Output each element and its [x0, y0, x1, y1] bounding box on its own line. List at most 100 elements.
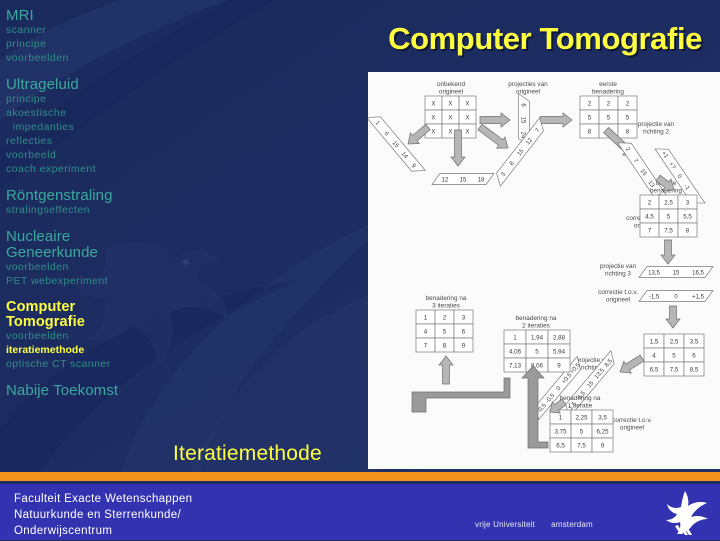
- svg-text:X: X: [431, 100, 435, 107]
- svg-text:2,25: 2,25: [575, 414, 588, 421]
- sidebar-item[interactable]: iteratiemethode: [6, 344, 178, 358]
- page-title: Computer Tomografie: [388, 21, 702, 56]
- svg-text:2,5: 2,5: [670, 338, 679, 345]
- arrow-projections-to-first-approx: [539, 112, 573, 128]
- svg-text:4,5: 4,5: [645, 213, 654, 220]
- svg-text:3,75: 3,75: [554, 428, 567, 435]
- strip-proj-diag-left: 1615149: [368, 116, 426, 172]
- sidebar-item[interactable]: impedanties: [6, 121, 178, 135]
- sidebar-heading[interactable]: Ultrageluid: [6, 77, 178, 93]
- svg-text:8: 8: [588, 128, 592, 135]
- sidebar-group-2: Röntgenstraling stralingseffecten: [6, 188, 178, 218]
- label-approx-1-iter: benadering na1 iteratie: [560, 395, 601, 410]
- svg-text:6: 6: [692, 352, 696, 359]
- svg-text:projecties van: projecties van: [508, 81, 548, 88]
- svg-text:7,5: 7,5: [664, 227, 673, 234]
- sidebar-group-3: Nucleaire Geneerkunde voorbeelden PET webe…: [6, 229, 178, 289]
- svg-text:3 iteraties: 3 iteraties: [432, 303, 460, 310]
- sidebar-heading[interactable]: Computer Tomografie: [6, 300, 178, 330]
- svg-text:2: 2: [443, 314, 447, 321]
- sidebar-item[interactable]: stralingseffecten: [6, 204, 178, 218]
- svg-text:onbekend: onbekend: [437, 81, 466, 88]
- svg-text:benadering na: benadering na: [426, 295, 467, 302]
- label-correction-dir4: correctie t.o.v.origineel: [612, 417, 652, 432]
- footer: Faculteit Exacte Wetenschappen Natuurkun…: [0, 484, 720, 540]
- sidebar-group-1: Ultrageluid principe akoestische impedanti…: [6, 77, 178, 177]
- sidebar-item[interactable]: principe: [6, 93, 178, 107]
- sidebar-item[interactable]: coach experiment: [6, 163, 178, 177]
- sidebar-item[interactable]: PET webexperiment: [6, 275, 178, 289]
- sidebar-nav: MRI scanner principe voorbeelden Ultrageluid…: [0, 0, 178, 470]
- svg-text:1: 1: [513, 334, 517, 341]
- sidebar-item[interactable]: voorbeeld: [6, 149, 178, 163]
- sidebar-item[interactable]: optische CT scanner: [6, 358, 178, 372]
- svg-text:15: 15: [520, 117, 526, 124]
- svg-text:projectie van: projectie van: [638, 121, 675, 128]
- svg-text:1,94: 1,94: [531, 334, 544, 341]
- svg-text:eerste: eerste: [599, 81, 617, 88]
- svg-text:X: X: [465, 128, 469, 135]
- connector-approx2-to-approx3: [411, 377, 511, 413]
- svg-text:2: 2: [648, 199, 652, 206]
- sidebar-heading[interactable]: MRI: [6, 8, 178, 24]
- svg-text:3,5: 3,5: [598, 414, 607, 421]
- svg-text:-1,5: -1,5: [649, 294, 660, 300]
- svg-text:18: 18: [478, 177, 485, 183]
- svg-text:3,5: 3,5: [690, 338, 699, 345]
- svg-text:5: 5: [580, 428, 584, 435]
- svg-text:6: 6: [462, 328, 466, 335]
- svg-text:1 iteratie: 1 iteratie: [568, 403, 593, 410]
- vu-griffin-logo: [658, 488, 710, 541]
- sidebar-group-5: Nabije Toekomst: [6, 383, 178, 399]
- svg-text:origineel: origineel: [439, 89, 463, 96]
- label-projection-dir3: projectie vanrichting 3: [600, 263, 637, 278]
- svg-text:5: 5: [588, 114, 592, 121]
- svg-text:7,5: 7,5: [577, 442, 586, 449]
- svg-text:9: 9: [601, 442, 605, 449]
- svg-text:15: 15: [673, 270, 680, 276]
- svg-text:benadering: benadering: [592, 89, 624, 96]
- svg-text:X: X: [465, 100, 469, 107]
- arrow-second-approx-to-dir3: [660, 239, 676, 265]
- grid-unknown-original: X X XX X XX X X: [424, 95, 477, 139]
- svg-text:8: 8: [686, 227, 690, 234]
- svg-text:12: 12: [442, 177, 449, 183]
- sidebar-item[interactable]: voorbeelden: [6, 52, 178, 66]
- svg-text:16,5: 16,5: [692, 270, 704, 276]
- svg-text:8: 8: [626, 128, 630, 135]
- grid-mid: 1,5 2,5 3,5 4 5 6 6,5 7,5 8,5: [643, 333, 705, 377]
- svg-text:X: X: [431, 128, 435, 135]
- sidebar-item[interactable]: akoestische: [6, 107, 178, 121]
- svg-text:4: 4: [652, 352, 656, 359]
- sidebar-item[interactable]: voorbeelden: [6, 261, 178, 275]
- svg-text:1: 1: [424, 314, 428, 321]
- svg-text:2: 2: [607, 100, 611, 107]
- grid-approx-2-iter: 1 1,94 2,884,06 5 5,947,13 8,06 9: [503, 329, 571, 373]
- sidebar-heading[interactable]: Nucleaire Geneerkunde: [6, 229, 178, 260]
- arrow-orig-to-diag-right: [477, 123, 509, 149]
- arrow-dir3-to-mid-grid: [665, 305, 681, 329]
- sidebar-item[interactable]: voorbeelden: [6, 330, 178, 344]
- strip-proj-horizontal-original: 12 15 18: [431, 173, 495, 185]
- svg-text:origineel: origineel: [606, 297, 630, 304]
- svg-text:7: 7: [648, 227, 652, 234]
- sidebar-item[interactable]: scanner: [6, 24, 178, 38]
- sidebar-heading[interactable]: Röntgenstraling: [6, 188, 178, 204]
- label-first-approx: eerstebenadering: [592, 81, 624, 96]
- svg-text:3: 3: [462, 314, 466, 321]
- svg-text:2: 2: [626, 100, 630, 107]
- svg-text:7,13: 7,13: [509, 362, 522, 369]
- svg-text:5: 5: [607, 114, 611, 121]
- svg-text:5: 5: [626, 114, 630, 121]
- arrow-connector-to-approx-3: [438, 355, 454, 385]
- strip-proj-dir3: 13,5 15 16,5: [638, 266, 714, 278]
- sidebar-group-0: MRI scanner principe voorbeelden: [6, 8, 178, 66]
- label-correction-dir3: correctie t.o.v.origineel: [598, 289, 638, 304]
- svg-text:6,5: 6,5: [556, 442, 565, 449]
- svg-text:5: 5: [443, 328, 447, 335]
- sidebar-heading[interactable]: Nabije Toekomst: [6, 383, 178, 399]
- svg-text:richting 2: richting 2: [643, 129, 669, 136]
- sidebar-item[interactable]: principe: [6, 38, 178, 52]
- sidebar-item[interactable]: reflecties: [6, 135, 178, 149]
- svg-text:2: 2: [588, 100, 592, 107]
